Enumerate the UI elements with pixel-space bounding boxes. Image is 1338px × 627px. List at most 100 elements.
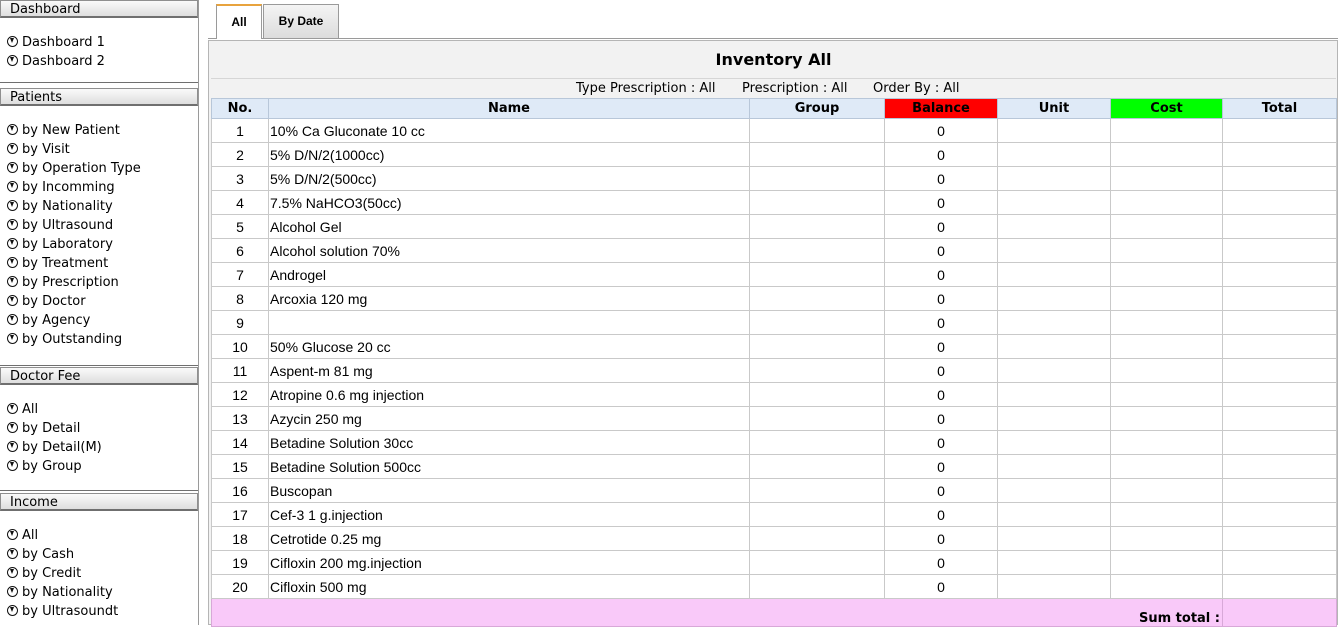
table-row[interactable]: 7 Androgel 0 xyxy=(211,262,1337,287)
sidebar-item[interactable]: by Detail xyxy=(0,419,198,438)
sidebar-item-label: All xyxy=(22,402,39,417)
cell-balance: 0 xyxy=(884,406,998,431)
col-header-unit[interactable]: Unit xyxy=(997,98,1111,119)
arrow-circle-down-icon xyxy=(7,460,18,471)
cell-total xyxy=(1222,574,1337,599)
cell-unit xyxy=(997,142,1111,167)
cell-group xyxy=(749,382,885,407)
cell-name: Arcoxia 120 mg xyxy=(268,286,750,311)
arrow-circle-down-icon xyxy=(7,143,18,154)
sidebar-item[interactable]: by Credit xyxy=(0,564,198,583)
cell-cost xyxy=(1110,238,1223,263)
tab-by-date[interactable]: By Date xyxy=(263,4,339,38)
sum-total-row: Sum total : xyxy=(211,598,1337,627)
cell-name: Cifloxin 200 mg.injection xyxy=(268,550,750,575)
cell-cost xyxy=(1110,142,1223,167)
table-row[interactable]: 11 Aspent-m 81 mg 0 xyxy=(211,358,1337,383)
cell-total xyxy=(1222,382,1337,407)
sidebar-item[interactable]: by Outstanding xyxy=(0,330,198,349)
sidebar-section-doctor-fee: Doctor Fee All by Detail by Detail(M) by Gr… xyxy=(0,367,198,491)
table-row[interactable]: 19 Cifloxin 200 mg.injection 0 xyxy=(211,550,1337,575)
sidebar-item[interactable]: by Treatment xyxy=(0,254,198,273)
table-row[interactable]: 2 5% D/N/2(1000cc) 0 xyxy=(211,142,1337,167)
table-row[interactable]: 4 7.5% NaHCO3(50cc) 0 xyxy=(211,190,1337,215)
table-header-row: No. Name Group Balance Unit Cost Total xyxy=(211,98,1337,119)
filter-type-prescription: Type Prescription : All xyxy=(576,81,716,96)
cell-total xyxy=(1222,430,1337,455)
sidebar-item[interactable]: by Doctor xyxy=(0,292,198,311)
table-row[interactable]: 18 Cetrotide 0.25 mg 0 xyxy=(211,526,1337,551)
sidebar-item[interactable]: Dashboard 2 xyxy=(0,52,198,71)
sidebar-item[interactable]: by Nationality xyxy=(0,197,198,216)
cell-group xyxy=(749,478,885,503)
table-row[interactable]: 12 Atropine 0.6 mg injection 0 xyxy=(211,382,1337,407)
sidebar-item[interactable]: by Group xyxy=(0,457,198,476)
cell-balance: 0 xyxy=(884,502,998,527)
section-header[interactable]: Doctor Fee xyxy=(0,367,198,385)
sidebar-item[interactable]: by Agency xyxy=(0,311,198,330)
table-row[interactable]: 1 10% Ca Gluconate 10 cc 0 xyxy=(211,118,1337,143)
sidebar-item[interactable]: by Visit xyxy=(0,140,198,159)
sidebar-item[interactable]: Dashboard 1 xyxy=(0,33,198,52)
sidebar-item-label: by Laboratory xyxy=(22,237,113,252)
cell-group xyxy=(749,262,885,287)
cell-balance: 0 xyxy=(884,454,998,479)
cell-total xyxy=(1222,310,1337,335)
sidebar-item-label: by Incomming xyxy=(22,180,115,195)
sidebar-item-label: by Nationality xyxy=(22,199,113,214)
sidebar-item[interactable]: by Ultrasoundt xyxy=(0,602,198,621)
sidebar-item[interactable]: by Detail(M) xyxy=(0,438,198,457)
col-header-total[interactable]: Total xyxy=(1222,98,1337,119)
col-header-balance[interactable]: Balance xyxy=(884,98,998,119)
sidebar-item[interactable]: by Nationality xyxy=(0,583,198,602)
sidebar-item-label: by Cash xyxy=(22,547,75,562)
sidebar-item[interactable]: by Incomming xyxy=(0,178,198,197)
arrow-circle-down-icon xyxy=(7,586,18,597)
cell-no: 16 xyxy=(211,478,269,503)
section-header[interactable]: Patients xyxy=(0,88,198,106)
table-row[interactable]: 16 Buscopan 0 xyxy=(211,478,1337,503)
sidebar-item[interactable]: by Operation Type xyxy=(0,159,198,178)
cell-no: 13 xyxy=(211,406,269,431)
sidebar-item-label: by Agency xyxy=(22,313,91,328)
table-row[interactable]: 14 Betadine Solution 30cc 0 xyxy=(211,430,1337,455)
tab-all[interactable]: All xyxy=(216,4,262,39)
cell-unit xyxy=(997,358,1111,383)
col-header-no[interactable]: No. xyxy=(211,98,269,119)
col-header-group[interactable]: Group xyxy=(749,98,885,119)
section-header[interactable]: Income xyxy=(0,493,198,511)
cell-unit xyxy=(997,430,1111,455)
table-row[interactable]: 5 Alcohol Gel 0 xyxy=(211,214,1337,239)
sidebar-item[interactable]: by Laboratory xyxy=(0,235,198,254)
sidebar-item[interactable]: by New Patient xyxy=(0,121,198,140)
sidebar-item[interactable]: All xyxy=(0,526,198,545)
cell-name xyxy=(268,310,750,335)
table-row[interactable]: 8 Arcoxia 120 mg 0 xyxy=(211,286,1337,311)
cell-cost xyxy=(1110,382,1223,407)
sidebar-item[interactable]: by Ultrasound xyxy=(0,216,198,235)
col-header-name[interactable]: Name xyxy=(268,98,750,119)
cell-group xyxy=(749,286,885,311)
table-row[interactable]: 17 Cef-3 1 g.injection 0 xyxy=(211,502,1337,527)
cell-cost xyxy=(1110,190,1223,215)
table-row[interactable]: 6 Alcohol solution 70% 0 xyxy=(211,238,1337,263)
sidebar-item-label: by Nationality xyxy=(22,585,113,600)
table-row[interactable]: 90 xyxy=(211,310,1337,335)
table-row[interactable]: 10 50% Glucose 20 cc 0 xyxy=(211,334,1337,359)
table-row[interactable]: 13 Azycin 250 mg 0 xyxy=(211,406,1337,431)
cell-unit xyxy=(997,478,1111,503)
cell-balance: 0 xyxy=(884,166,998,191)
sidebar-item[interactable]: All xyxy=(0,400,198,419)
sidebar-item[interactable]: by Prescription xyxy=(0,273,198,292)
cell-group xyxy=(749,166,885,191)
col-header-cost[interactable]: Cost xyxy=(1110,98,1223,119)
cell-cost xyxy=(1110,334,1223,359)
table-row[interactable]: 3 5% D/N/2(500cc) 0 xyxy=(211,166,1337,191)
cell-total xyxy=(1222,166,1337,191)
sidebar-item[interactable]: by Cash xyxy=(0,545,198,564)
section-header[interactable]: Dashboard xyxy=(0,0,198,18)
cell-cost xyxy=(1110,430,1223,455)
table-row[interactable]: 20 Cifloxin 500 mg 0 xyxy=(211,574,1337,599)
table-row[interactable]: 15 Betadine Solution 500cc 0 xyxy=(211,454,1337,479)
cell-total xyxy=(1222,502,1337,527)
